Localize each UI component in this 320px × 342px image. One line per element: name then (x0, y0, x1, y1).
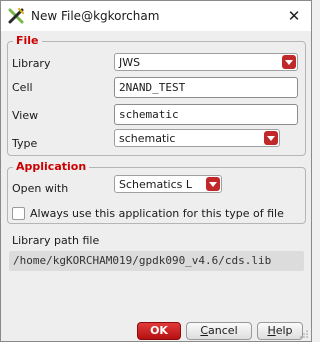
library-label: Library (12, 57, 51, 70)
always-use-label: Always use this application for this typ… (30, 207, 284, 220)
type-label: Type (12, 137, 38, 150)
ok-button[interactable]: OK (137, 322, 181, 340)
cancel-button[interactable]: Cancel (186, 322, 252, 340)
cancel-label-rest: ancel (208, 324, 238, 337)
cell-field[interactable]: 2NAND_TEST (114, 77, 298, 98)
library-select[interactable]: JWS (114, 53, 298, 71)
application-group-legend: Application (13, 160, 90, 173)
cadence-x-icon (8, 8, 24, 24)
resize-grip-icon[interactable] (300, 330, 308, 338)
open-with-select[interactable]: Schematics L (114, 175, 222, 193)
close-icon[interactable]: ✕ (284, 6, 304, 26)
library-select-value: JWS (119, 56, 141, 69)
view-field[interactable]: schematic (114, 104, 298, 125)
new-file-dialog: New File@kgkorcham ✕ File Library JWS Ce… (0, 0, 312, 342)
cell-label: Cell (12, 81, 33, 94)
open-with-select-value: Schematics L (119, 178, 192, 191)
library-path-label: Library path file (12, 234, 100, 247)
help-label-rest: elp (275, 324, 293, 337)
library-path-value: /home/kgKORCHAM019/gpdk090_v4.6/cds.lib (9, 251, 304, 271)
cancel-mnemonic: C (200, 324, 209, 337)
help-mnemonic: H (267, 324, 276, 337)
help-button[interactable]: Help (257, 322, 303, 340)
type-select[interactable]: schematic (114, 129, 280, 147)
title-bar[interactable]: New File@kgkorcham ✕ (1, 1, 311, 31)
chevron-down-icon[interactable] (282, 55, 296, 69)
chevron-down-icon[interactable] (206, 177, 220, 191)
always-use-checkbox[interactable] (12, 207, 25, 220)
open-with-label: Open with (12, 182, 69, 195)
file-group-legend: File (13, 34, 42, 47)
type-select-value: schematic (119, 132, 176, 145)
chevron-down-icon[interactable] (264, 131, 278, 145)
view-label: View (12, 109, 39, 122)
window-title: New File@kgkorcham (31, 9, 160, 23)
